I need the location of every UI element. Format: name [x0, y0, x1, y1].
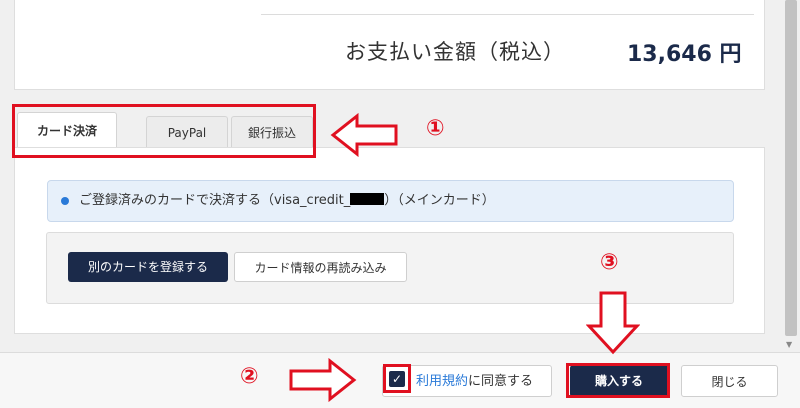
scroll-down-icon[interactable]: ▼ — [786, 340, 792, 349]
summary-divider — [261, 14, 754, 15]
registered-card-label: ご登録済みのカードで決済する（visa_credit_ ）（メインカード） — [79, 181, 495, 221]
register-card-button[interactable]: 別のカードを登録する — [68, 252, 228, 282]
reload-card-button[interactable]: カード情報の再読み込み — [234, 252, 407, 282]
left-arrow-icon — [330, 113, 398, 157]
annotation-box-checkbox — [383, 364, 411, 393]
down-arrow-icon — [586, 291, 640, 355]
order-summary-card: お支払い金額（税込） 13,646 円 — [14, 0, 765, 90]
close-button[interactable]: 閉じる — [681, 365, 778, 397]
step-1-marker: ① — [426, 116, 445, 141]
registered-card-option[interactable]: ご登録済みのカードで決済する（visa_credit_ ）（メインカード） — [47, 180, 734, 222]
right-arrow-icon — [289, 358, 357, 402]
step-2-marker: ② — [240, 364, 259, 389]
total-label: お支払い金額（税込） — [345, 40, 565, 64]
step-3-marker: ③ — [600, 250, 619, 275]
radio-selected-indicator[interactable] — [61, 197, 69, 205]
total-value: 13,646 円 — [627, 42, 742, 67]
redacted-card-number — [350, 193, 385, 205]
annotation-box-purchase — [566, 363, 670, 398]
card-option-text-end: ）（メインカード） — [384, 193, 495, 208]
card-option-text-start: ご登録済みのカードで決済する（visa_credit_ — [79, 193, 351, 208]
terms-link[interactable]: 利用規約 — [416, 374, 468, 389]
agree-suffix: に同意する — [468, 374, 534, 389]
annotation-box-tabs — [12, 104, 316, 158]
checkout-scroll-panel: お支払い金額（税込） 13,646 円 カード決済 PayPal 銀行振込 ご登… — [0, 0, 783, 352]
scrollbar-thumb[interactable] — [785, 0, 797, 336]
